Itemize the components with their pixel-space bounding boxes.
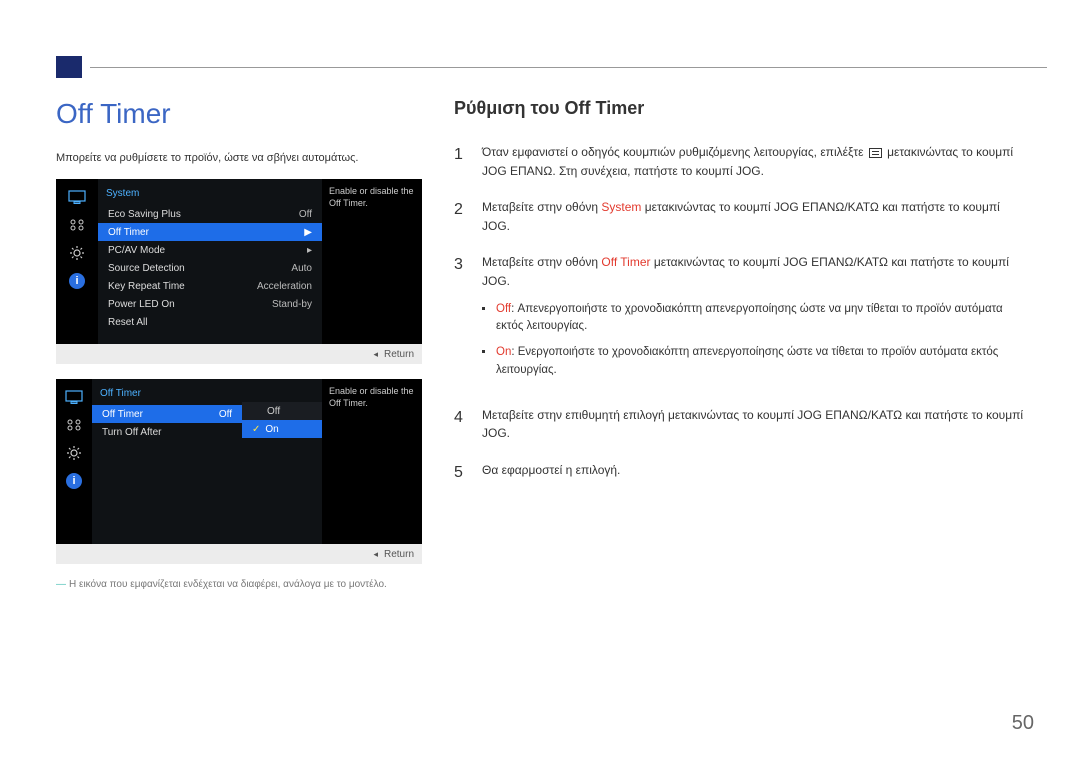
menu-item: Eco Saving PlusOff: [98, 205, 322, 223]
chapter-marker: [56, 56, 82, 78]
step-text: Όταν εμφανιστεί ο οδηγός κουμπιών ρυθμιζ…: [482, 143, 1024, 180]
menu-item: Power LED OnStand-by: [98, 295, 322, 313]
section-subtitle: Ρύθμιση του Off Timer: [454, 98, 1024, 119]
dropdown-option: Off: [242, 402, 322, 420]
step-text: Μεταβείτε στην οθόνη Off Timer μετακινών…: [482, 253, 1024, 387]
osd-sidebar: i: [56, 379, 92, 544]
submenu-item: Turn Off After: [92, 423, 242, 441]
monitor-icon: [67, 189, 87, 205]
osd-tooltip: Enable or disable the Off Timer.: [322, 179, 422, 344]
osd-tooltip: Enable or disable the Off Timer.: [322, 379, 422, 544]
picture-frame-icon: [67, 217, 87, 233]
step-number: 5: [454, 461, 468, 486]
bullet-icon: [482, 344, 486, 380]
check-icon: ✓: [252, 424, 260, 435]
picture-frame-icon: [64, 417, 84, 433]
menu-item: Key Repeat TimeAcceleration: [98, 277, 322, 295]
info-icon: i: [69, 273, 85, 289]
intro-text: Μπορείτε να ρυθμίσετε το προϊόν, ώστε να…: [56, 152, 428, 164]
osd-footer: ◂ Return: [56, 544, 422, 564]
info-icon: i: [66, 473, 82, 489]
footnote: ―Η εικόνα που εμφανίζεται ενδέχεται να δ…: [56, 579, 428, 590]
step-4: 4 Μεταβείτε στην επιθυμητή επιλογή μετακ…: [454, 406, 1024, 443]
bullet-icon: [482, 301, 486, 337]
osd-screenshot-offtimer: i Off Timer Off TimerOff Turn Off After …: [56, 379, 422, 564]
osd-menu-header: System: [98, 184, 322, 205]
return-label: Return: [384, 349, 414, 360]
osd-submenu-list: Off Timer Off TimerOff Turn Off After: [92, 379, 242, 544]
menu-item: Reset All: [98, 313, 322, 331]
osd-dropdown: Off ✓On: [242, 379, 322, 544]
gear-icon: [64, 445, 84, 461]
osd-sidebar: i: [56, 179, 98, 344]
step-text: Θα εφαρμοστεί η επιλογή.: [482, 461, 1024, 486]
dropdown-option-selected: ✓On: [242, 420, 322, 438]
osd-footer: ◂ Return: [56, 344, 422, 364]
return-arrow-icon: ◂: [373, 349, 378, 360]
menu-item: PC/AV Mode▸: [98, 241, 322, 259]
gear-icon: [67, 245, 87, 261]
page-title: Off Timer: [56, 98, 428, 130]
step-number: 2: [454, 198, 468, 235]
return-arrow-icon: ◂: [373, 549, 378, 560]
step-1: 1 Όταν εμφανιστεί ο οδηγός κουμπιών ρυθμ…: [454, 143, 1024, 180]
step-5: 5 Θα εφαρμοστεί η επιλογή.: [454, 461, 1024, 486]
step-text: Μεταβείτε στην οθόνη System μετακινώντας…: [482, 198, 1024, 235]
top-rule: [90, 67, 1047, 68]
step-number: 3: [454, 253, 468, 387]
step-text: Μεταβείτε στην επιθυμητή επιλογή μετακιν…: [482, 406, 1024, 443]
sub-bullet: On: Ενεργοποιήστε το χρονοδιακόπτη απενε…: [482, 344, 1024, 380]
page-number: 50: [1012, 712, 1034, 735]
submenu-item-selected: Off TimerOff: [92, 405, 242, 423]
step-2: 2 Μεταβείτε στην οθόνη System μετακινώντ…: [454, 198, 1024, 235]
step-number: 4: [454, 406, 468, 443]
osd-submenu-header: Off Timer: [92, 384, 242, 405]
step-number: 1: [454, 143, 468, 180]
menu-icon: [869, 148, 882, 158]
return-label: Return: [384, 549, 414, 560]
menu-item: Source DetectionAuto: [98, 259, 322, 277]
osd-screenshot-system: i System Eco Saving PlusOff Off Timer▶ P…: [56, 179, 422, 364]
sub-bullet: Off: Απενεργοποιήστε το χρονοδιακόπτη απ…: [482, 301, 1024, 337]
step-3: 3 Μεταβείτε στην οθόνη Off Timer μετακιν…: [454, 253, 1024, 387]
menu-item-selected: Off Timer▶: [98, 223, 322, 241]
osd-menu-list: System Eco Saving PlusOff Off Timer▶ PC/…: [98, 179, 322, 344]
monitor-icon: [64, 389, 84, 405]
